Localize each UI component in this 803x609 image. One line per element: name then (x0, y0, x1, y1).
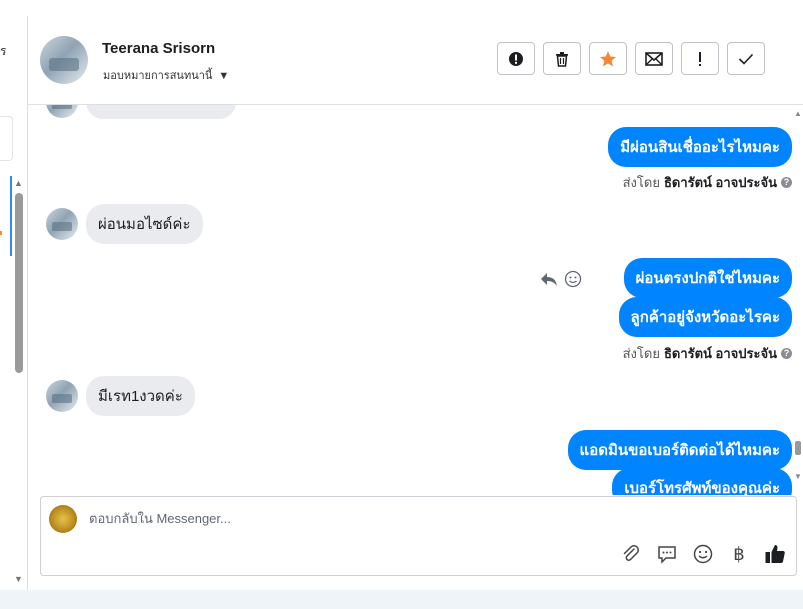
contact-avatar[interactable] (40, 36, 88, 84)
incoming-message: ผ่อนมอไซด์ค่ะ (86, 204, 203, 244)
reply-input[interactable] (89, 511, 689, 526)
mail-button[interactable] (635, 42, 673, 75)
scroll-down-arrow-icon[interactable]: ▼ (794, 472, 802, 481)
done-button[interactable] (727, 42, 765, 75)
help-icon[interactable]: ? (781, 348, 792, 359)
outgoing-message: มีผ่อนสินเชื่ออะไรไหมคะ (608, 127, 792, 167)
scroll-up-arrow-icon[interactable]: ▲ (794, 109, 802, 118)
caret-down-icon: ▼ (218, 70, 230, 82)
sent-by-label: ส่งโดย (622, 175, 660, 190)
delete-button[interactable] (543, 42, 581, 75)
contact-avatar-small (46, 208, 78, 240)
message-row: ผ่อนมอไซด์ค่ะ (46, 204, 203, 244)
message-scrollbar-thumb[interactable] (795, 441, 801, 455)
follow-up-button[interactable] (681, 42, 719, 75)
unread-indicator (0, 231, 2, 235)
partial-label: ร (0, 44, 7, 58)
outgoing-message: ผ่อนตรงปกติใช่ไหมคะ (623, 258, 792, 298)
check-icon (738, 53, 754, 65)
conversation-list-pane: ร ▲ ▼ (0, 16, 28, 590)
scroll-down-arrow-icon[interactable]: ▼ (14, 574, 23, 584)
composer-tools: ฿ (620, 543, 786, 565)
assign-dropdown[interactable]: มอบหมายการสนทนานี้ ▼ (103, 66, 229, 84)
contact-avatar-small (46, 105, 78, 118)
outgoing-message: ลูกค้าอยู่จังหวัดอะไรคะ (618, 297, 792, 337)
incoming-message: มีเรท1งวดค่ะ (86, 376, 195, 416)
star-icon (600, 50, 616, 66)
page-avatar (49, 505, 77, 533)
contact-avatar-small (46, 380, 78, 412)
message-scrollbar[interactable]: ▲ ▼ (794, 105, 803, 495)
reply-composer: ฿ (40, 496, 797, 576)
like-icon[interactable] (764, 543, 786, 565)
message-row: มีเรท1งวดค่ะ (46, 376, 195, 416)
message-reactions (540, 270, 582, 288)
search-box-edge[interactable] (0, 116, 13, 161)
top-strip (0, 0, 803, 17)
exclamation-icon (699, 51, 701, 66)
list-scrollbar-thumb[interactable] (15, 193, 23, 373)
scroll-up-arrow-icon[interactable]: ▲ (14, 178, 23, 188)
sender-name: ธิดารัตน์ อาจประจัน (663, 175, 777, 190)
trash-icon (556, 51, 568, 67)
alert-circle-icon (509, 51, 523, 66)
message-row-partial (46, 105, 236, 119)
spam-button[interactable] (497, 42, 535, 75)
conversation-header: Teerana Srisorn มอบหมายการสนทนานี้ ▼ (28, 16, 803, 105)
selected-indicator (10, 176, 12, 256)
assign-label: มอบหมายการสนทนานี้ (103, 70, 213, 82)
message-list: มีผ่อนสินเชื่ออะไรไหมคะ ส่งโดย ธิดารัตน์ … (28, 105, 803, 495)
outgoing-message-partial: เบอร์โทรศัพท์ของคุณค่ะ (612, 468, 792, 495)
reply-icon[interactable] (540, 271, 558, 287)
sent-by-line: ส่งโดย ธิดารัตน์ อาจประจัน? (623, 172, 792, 193)
payment-icon[interactable]: ฿ (728, 543, 750, 565)
sent-by-label: ส่งโดย (622, 346, 660, 361)
emoji-icon[interactable] (692, 543, 714, 565)
help-icon[interactable]: ? (781, 177, 792, 188)
saved-reply-icon[interactable] (656, 543, 678, 565)
mail-icon (645, 51, 663, 66)
conversation-panel: Teerana Srisorn มอบหมายการสนทนานี้ ▼ มีผ… (28, 16, 803, 590)
attachment-icon[interactable] (620, 543, 642, 565)
sender-name: ธิดารัตน์ อาจประจัน (663, 346, 777, 361)
emoji-react-icon[interactable] (564, 270, 582, 288)
outgoing-message: แอดมินขอเบอร์ติดต่อได้ไหมคะ (567, 430, 792, 470)
incoming-bubble-partial (86, 105, 236, 119)
action-toolbar (497, 42, 765, 75)
star-button[interactable] (589, 42, 627, 75)
contact-name[interactable]: Teerana Srisorn (102, 40, 215, 57)
sent-by-line: ส่งโดย ธิดารัตน์ อาจประจัน? (623, 343, 792, 364)
